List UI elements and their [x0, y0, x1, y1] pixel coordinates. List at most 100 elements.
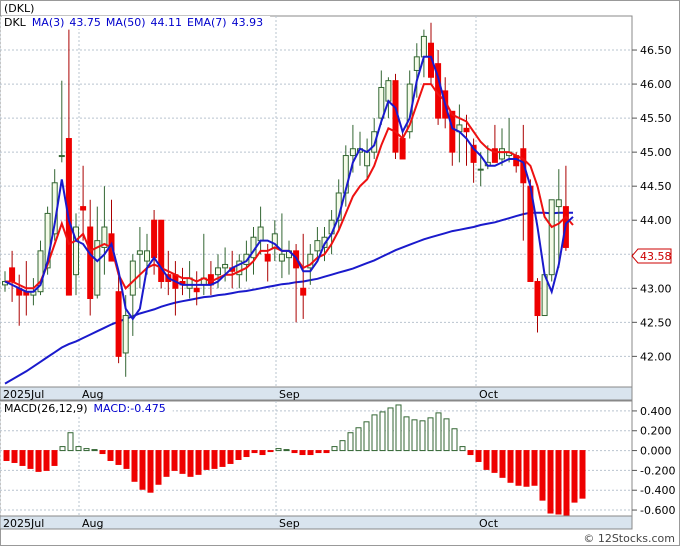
candle-body	[314, 240, 321, 252]
candle-body	[151, 219, 158, 259]
candle-body	[136, 250, 143, 255]
price-y-tick-label: 45.50	[640, 112, 672, 125]
macd-bar-positive	[331, 446, 338, 452]
price-y-tick-label: 44.00	[640, 214, 672, 227]
macd-bar-negative	[171, 450, 178, 471]
price-panel: 42.0042.5043.0043.5044.0044.5045.0045.50…	[0, 2, 672, 401]
macd-bar-negative	[195, 450, 202, 475]
last-price-label: 43.58	[640, 250, 672, 263]
macd-bar-negative	[539, 450, 546, 501]
candle-body	[300, 287, 307, 296]
chart-title: (DKL)	[4, 2, 34, 15]
price-x-tick-label: 2025Jul	[3, 388, 44, 401]
candle-body	[463, 127, 470, 133]
price-legend-item: MA(50)	[106, 16, 146, 29]
macd-x-tick-label: Oct	[479, 517, 499, 530]
macd-bar-negative	[27, 450, 34, 469]
macd-bar-negative	[475, 450, 482, 462]
stock-chart: 42.0042.5043.0043.5044.0044.5045.0045.50…	[0, 0, 680, 546]
macd-bar-negative	[43, 450, 50, 471]
candle-body	[413, 56, 420, 71]
macd-bar-positive	[283, 449, 290, 452]
macd-legend-item: MACD(26,12,9)	[4, 402, 88, 415]
price-legend-item: 44.11	[151, 16, 183, 29]
candle-body	[144, 250, 150, 262]
macd-bar-positive	[275, 448, 282, 452]
macd-bar-negative	[11, 450, 18, 463]
macd-bar-negative	[147, 450, 154, 493]
macd-bar-negative	[547, 450, 554, 514]
macd-x-tick-label: Sep	[279, 517, 300, 530]
macd-bar-negative	[139, 450, 146, 490]
candle-body	[264, 253, 271, 262]
macd-bar-negative	[531, 450, 538, 486]
price-legend: DKL MA(3) 43.75 MA(50) 44.11 EMA(7) 43.93	[2, 16, 271, 29]
macd-bar-negative	[251, 450, 258, 454]
macd-bar-negative	[579, 450, 586, 499]
candle-body	[548, 199, 555, 276]
candle-body	[115, 291, 122, 357]
price-legend-item: 43.93	[232, 16, 264, 29]
macd-legend: MACD(26,12,9) MACD:-0.475	[2, 402, 173, 415]
macd-bar-negative	[155, 450, 162, 485]
macd-bar-positive	[355, 427, 362, 452]
macd-bar-positive	[419, 420, 426, 452]
macd-legend-item: MACD:-0.475	[94, 402, 166, 415]
macd-bar-negative	[571, 450, 578, 503]
price-x-tick-label: Sep	[279, 388, 300, 401]
macd-bar-negative	[3, 450, 10, 461]
price-legend-item: EMA(7)	[187, 16, 227, 29]
macd-bar-negative	[507, 450, 514, 483]
macd-bar-negative	[499, 450, 506, 478]
macd-y-tick-label: -0.400	[640, 484, 675, 497]
macd-panel: 0.400 0.200 0.000 -0.200 -0.400 -0.600 2025Ju…	[0, 400, 675, 530]
macd-bar-negative	[467, 450, 474, 456]
macd-bar-negative	[99, 450, 106, 455]
macd-bar-negative	[307, 450, 314, 456]
macd-bar-negative	[299, 450, 306, 456]
candle-body	[9, 267, 16, 282]
macd-bar-negative	[315, 450, 322, 454]
macd-bar-positive	[339, 440, 346, 452]
price-y-tick-label: 43.00	[640, 282, 672, 295]
price-legend-item: 43.75	[69, 16, 101, 29]
candle-body	[129, 260, 136, 296]
macd-bar-negative	[563, 450, 570, 516]
candle-body	[349, 148, 356, 157]
macd-bar-positive	[83, 448, 90, 452]
macd-bar-negative	[51, 450, 58, 466]
price-y-tick-label: 46.50	[640, 44, 672, 57]
macd-bar-negative	[163, 450, 170, 477]
price-legend-item: DKL	[4, 16, 27, 29]
macd-bar-negative	[227, 450, 234, 464]
candle-body	[215, 267, 221, 276]
macd-y-tick-label: -0.600	[640, 504, 675, 517]
macd-bar-positive	[379, 411, 386, 452]
macd-bar-negative	[187, 450, 194, 477]
macd-bar-negative	[123, 450, 130, 469]
macd-bar-positive	[347, 432, 354, 452]
candle-body	[534, 280, 541, 317]
watermark: © 12Stocks.com	[583, 532, 675, 545]
macd-bar-negative	[19, 450, 26, 466]
price-legend-item: MA(3)	[32, 16, 65, 29]
macd-bar-positive	[75, 446, 82, 452]
macd-bar-negative	[211, 450, 218, 469]
candle-body	[555, 199, 562, 208]
macd-bar-negative	[235, 450, 242, 460]
candle-body	[122, 315, 129, 354]
macd-bar-positive	[363, 421, 370, 452]
candle-body	[399, 138, 406, 160]
macd-bar-positive	[387, 407, 394, 452]
price-y-tick-label: 42.00	[640, 350, 672, 363]
price-y-tick-label: 44.50	[640, 180, 672, 193]
macd-x-tick-label: 2025Jul	[3, 517, 44, 530]
candle-body	[364, 151, 371, 167]
macd-bar-negative	[35, 450, 42, 472]
price-y-tick-label: 46.00	[640, 78, 672, 91]
macd-bar-positive	[459, 446, 466, 452]
macd-bar-negative	[243, 450, 250, 458]
candle-body	[420, 35, 427, 58]
macd-bar-positive	[427, 417, 434, 452]
candle-body	[449, 110, 456, 153]
